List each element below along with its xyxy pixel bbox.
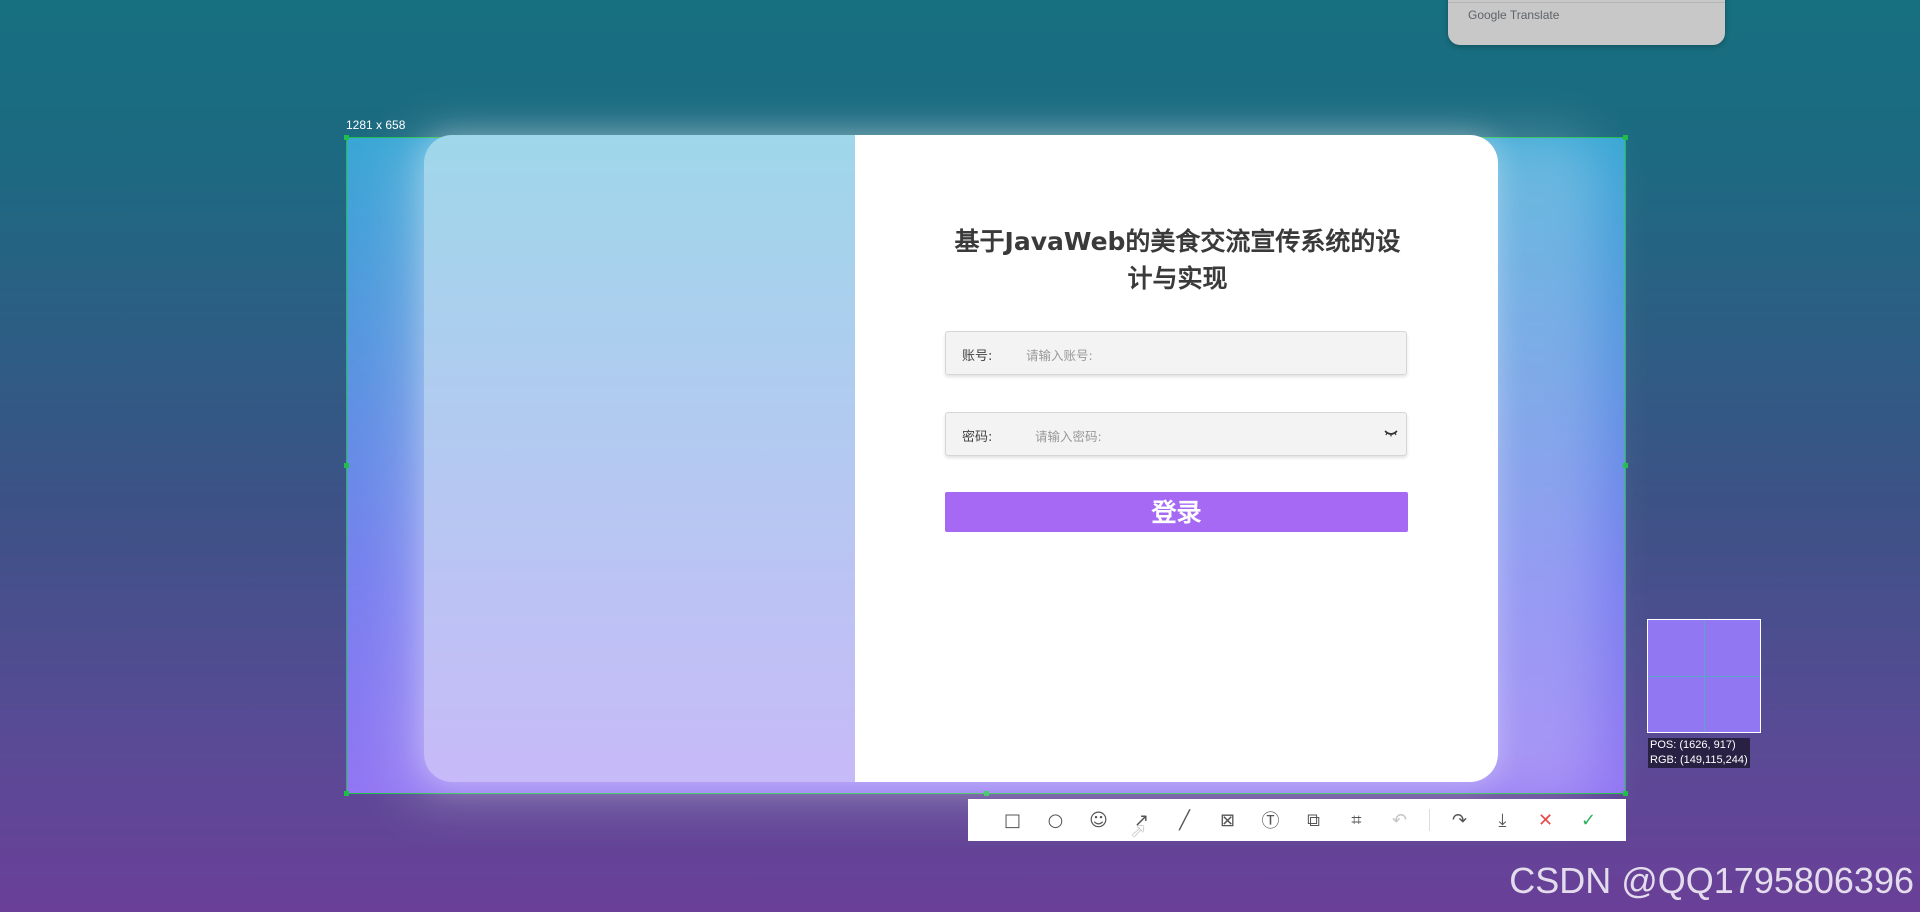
resize-handle-tr[interactable] <box>1623 135 1628 140</box>
login-decor-panel <box>424 135 855 782</box>
eye-closed-icon[interactable] <box>1384 426 1398 440</box>
screenshot-toolbar: □ ○ ☺ ↗ ╱ ⊠ Ⓣ ⧉ ⌗ ↶ ↷ ⤓ ✕ ✓ <box>968 799 1626 841</box>
resize-handle-bl[interactable] <box>344 791 349 796</box>
selection-size-label: 1281 x 658 <box>346 118 406 132</box>
resize-handle-br[interactable] <box>1623 791 1628 796</box>
resize-handle-r[interactable] <box>1623 463 1628 468</box>
cursor-rgb: RGB: (149,115,244) <box>1650 754 1748 766</box>
login-button[interactable]: 登录 <box>945 492 1408 532</box>
toolbar-divider <box>1429 809 1430 831</box>
resize-handle-l[interactable] <box>344 463 349 468</box>
password-input[interactable]: 请输入密码: <box>1035 426 1102 445</box>
confirm-icon[interactable]: ✓ <box>1567 799 1610 841</box>
google-translate-panel: Google Translate <box>1448 0 1725 45</box>
save-icon[interactable]: ⤓ <box>1481 799 1524 841</box>
watermark: CSDN @QQ1795806396 <box>1509 860 1914 901</box>
text-icon[interactable]: Ⓣ <box>1249 799 1292 841</box>
screenshot-selection[interactable]: 基于JavaWeb的美食交流宣传系统的设计与实现 账号: 请输入账号: 密码: … <box>344 134 1628 803</box>
divider <box>1448 2 1725 3</box>
ellipse-icon[interactable]: ○ <box>1034 799 1077 841</box>
mouse-cursor-icon: ➚ <box>1130 818 1147 842</box>
page-title: 基于JavaWeb的美食交流宣传系统的设计与实现 <box>954 227 1401 293</box>
pin-icon[interactable]: ⧉ <box>1292 799 1335 841</box>
magnifier <box>1647 619 1761 733</box>
cursor-position: POS: (1626, 917) <box>1650 739 1736 751</box>
magnifier-info: POS: (1626, 917) RGB: (149,115,244) <box>1648 738 1750 768</box>
rectangle-icon[interactable]: □ <box>991 799 1034 841</box>
google-translate-label: Google Translate <box>1468 8 1560 22</box>
login-card: 基于JavaWeb的美食交流宣传系统的设计与实现 账号: 请输入账号: 密码: … <box>424 135 1498 782</box>
mosaic-icon[interactable]: ⊠ <box>1206 799 1249 841</box>
password-label: 密码: <box>962 430 993 445</box>
emoji-icon[interactable]: ☺ <box>1077 799 1120 841</box>
account-field[interactable]: 账号: 请输入账号: <box>945 331 1407 375</box>
account-input[interactable]: 请输入账号: <box>1026 345 1093 364</box>
password-field[interactable]: 密码: 请输入密码: <box>945 412 1407 456</box>
resize-handle-tl[interactable] <box>344 135 349 140</box>
ocr-icon[interactable]: ⌗ <box>1335 799 1378 841</box>
share-icon[interactable]: ↷ <box>1438 799 1481 841</box>
undo-icon[interactable]: ↶ <box>1378 799 1421 841</box>
magnifier-crosshair-h <box>1648 676 1760 677</box>
login-form-panel: 基于JavaWeb的美食交流宣传系统的设计与实现 账号: 请输入账号: 密码: … <box>855 135 1498 782</box>
line-icon[interactable]: ╱ <box>1163 799 1206 841</box>
account-label: 账号: <box>962 349 993 364</box>
cancel-icon[interactable]: ✕ <box>1524 799 1567 841</box>
